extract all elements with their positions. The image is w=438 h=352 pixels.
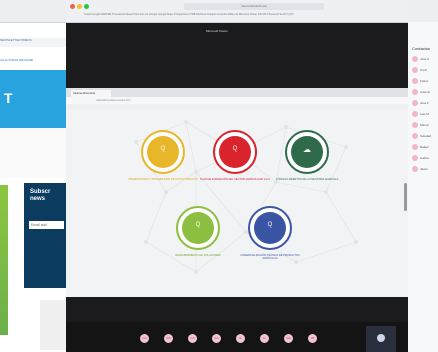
avatar [412, 78, 418, 84]
contact-name: Luis M [420, 112, 429, 116]
contact-item[interactable]: José A [412, 56, 438, 64]
left-hero-banner: T [0, 70, 66, 128]
caption-codigos-abiertos: CÓDIGOS ABIERTOS DE LA INDUSTRIA AGRÍCOL… [275, 178, 339, 181]
participant-avatar[interactable]: RA [212, 334, 221, 343]
self-view-video [366, 326, 396, 352]
avatar [412, 166, 418, 172]
contact-name: Rafael [420, 145, 429, 149]
avatar [412, 122, 418, 128]
contact-name: Antonio [420, 90, 431, 94]
contact-item[interactable]: Rafael [412, 144, 438, 152]
left-green-strip [0, 185, 8, 335]
participant-avatar[interactable]: JL [236, 334, 245, 343]
contact-item[interactable]: Gabrie [412, 155, 438, 163]
meeting-browser-window: meet.microsoft.com Gmail Google MAPFRE P… [66, 0, 408, 352]
circle-descubrimiento[interactable]: Q [176, 206, 220, 250]
contact-name: Javier [420, 167, 429, 171]
avatar [412, 89, 418, 95]
contact-item[interactable]: José F [412, 100, 438, 108]
contact-name: Franci [420, 79, 429, 83]
avatar [412, 67, 418, 73]
shared-tab: Cadena Alimentaria [71, 90, 111, 97]
background-contacts-panel: Contactos José A Cruzi Franci Antonio José F… [408, 0, 438, 352]
contacts-heading: Contactos [412, 46, 431, 51]
background-website-left: NEWSLETTER PRENS AS ALTURAS REGIONE T Su… [0, 0, 66, 352]
shared-scrollbar[interactable] [404, 183, 407, 211]
left-content-area [0, 128, 66, 178]
circle-plan-formacion[interactable]: Q [213, 130, 257, 174]
bookmarks-bar[interactable]: Gmail Google MAPFRE Procedural Ideas Prt… [84, 13, 404, 19]
address-bar[interactable]: meet.microsoft.com [184, 3, 324, 10]
avatar [412, 155, 418, 161]
contact-item[interactable]: Javier [412, 166, 438, 174]
participant-avatar[interactable]: JB [308, 334, 317, 343]
right-browser-toolbar [408, 0, 438, 22]
left-site-menu[interactable]: AS ALTURAS REGIONE [0, 58, 66, 64]
circle-initial: Q [195, 222, 201, 228]
participant-avatar[interactable]: LL [260, 334, 269, 343]
shared-screen: Cadena Alimentaria cadenaalimentaria.es/… [66, 88, 408, 297]
left-browser-toolbar [0, 0, 66, 23]
shared-address-text: cadenaalimentaria.es/index.html [96, 99, 131, 102]
caption-observatorio: OBSERVATORIO Y TRAZABILIDAD DE DATOS PÚB… [128, 178, 198, 181]
contact-item[interactable]: Marcel [412, 122, 438, 130]
contact-item[interactable]: Cruzi [412, 67, 438, 75]
caption-comercializacion: COMERCIALIZACIÓN TÉCNICA DE PRODUCTOS AG… [240, 254, 300, 261]
contact-name: Marcel [420, 123, 430, 127]
cloud-upload-icon: ☁ [303, 145, 311, 154]
contact-item[interactable]: Antonio [412, 89, 438, 97]
avatar [412, 100, 418, 106]
circle-observatorio[interactable]: Q [141, 130, 185, 174]
meeting-window-label: Microsoft Teams [206, 29, 228, 33]
left-footer-area [40, 300, 66, 350]
contact-name: José A [420, 57, 430, 61]
shared-bookmarks-bar [66, 104, 408, 110]
contact-name: José F [420, 101, 430, 105]
circle-codigos-abiertos[interactable]: ☁ [285, 130, 329, 174]
circle-comercializacion[interactable]: Q [248, 206, 292, 250]
close-window-button[interactable] [70, 4, 75, 9]
browser-toolbar: meet.microsoft.com Gmail Google MAPFRE P… [66, 0, 408, 23]
shared-tab-strip: Cadena Alimentaria [66, 88, 408, 97]
participant-avatar[interactable]: CH [140, 334, 149, 343]
avatar [412, 111, 418, 117]
maximize-window-button[interactable] [84, 4, 89, 9]
avatar [412, 133, 418, 139]
caption-plan-formacion: PLAN DE FORMACIÓN DEL SECTOR AGRÍCOLA DE… [200, 178, 270, 181]
contact-item[interactable]: Luis M [412, 111, 438, 119]
email-input[interactable]: Email add [29, 221, 64, 229]
contact-item[interactable]: Soledad [412, 133, 438, 141]
minimize-window-button[interactable] [77, 4, 82, 9]
subscribe-heading: Subscr news [30, 189, 51, 202]
participant-avatar[interactable]: MA [284, 334, 293, 343]
avatar [412, 56, 418, 62]
contact-name: Gabrie [420, 156, 430, 160]
circle-initial: Q [160, 146, 166, 152]
contact-item[interactable]: Franci [412, 78, 438, 86]
contact-name: Cruzi [420, 68, 428, 72]
self-avatar [377, 334, 385, 342]
contact-name: Soledad [420, 134, 432, 138]
subscribe-box: Subscr news Email add [24, 183, 66, 288]
left-site-nav[interactable]: NEWSLETTER PRENS [0, 38, 66, 47]
circle-initial: Q [232, 146, 238, 152]
hero-text: T [4, 90, 13, 106]
shared-address-bar: cadenaalimentaria.es/index.html [66, 97, 408, 104]
avatar [412, 144, 418, 150]
circle-initial: Q [267, 222, 273, 228]
participant-avatar[interactable]: CS [188, 334, 197, 343]
participant-avatar[interactable]: RS [164, 334, 173, 343]
caption-descubrimiento: DESCUBRIMIENTO DE SOLUCIONES [175, 254, 221, 257]
